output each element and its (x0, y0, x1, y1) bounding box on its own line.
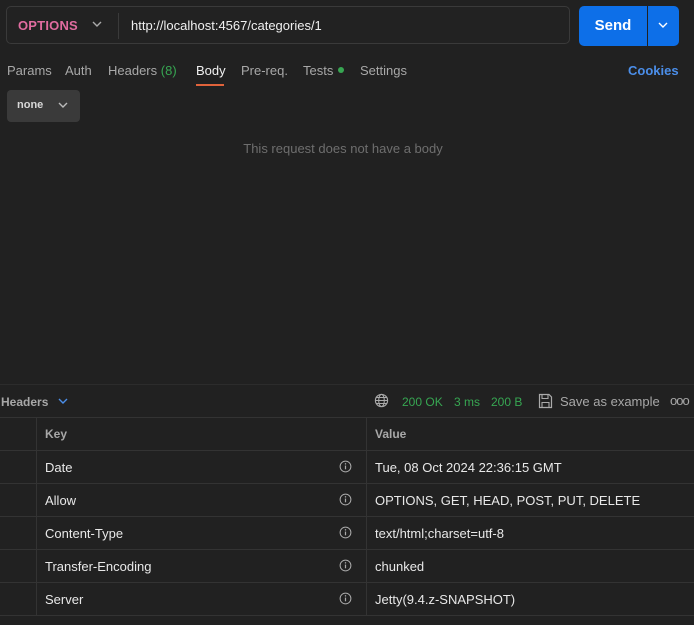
info-icon[interactable] (339, 460, 352, 473)
gutter-cell (0, 582, 37, 616)
header-key-cell: Server (36, 582, 367, 616)
tab-auth[interactable]: Auth (65, 63, 92, 78)
header-key: Transfer-Encoding (45, 558, 152, 574)
chevron-down-icon[interactable] (92, 20, 102, 31)
table-row: Allow OPTIONS, GET, HEAD, POST, PUT, DEL… (0, 483, 694, 517)
tab-pre-request[interactable]: Pre-req. (241, 63, 288, 78)
response-section-select[interactable]: Headers (1, 395, 48, 409)
key-column-header: Key (36, 417, 367, 451)
url-bar: OPTIONS http://localhost:4567/categories… (6, 6, 570, 44)
chevron-down-icon (658, 22, 668, 28)
body-type-select[interactable]: none (7, 90, 80, 122)
active-tab-indicator (196, 84, 224, 86)
save-icon[interactable] (538, 393, 553, 409)
table-header-row: Key Value (0, 417, 694, 451)
cookies-link[interactable]: Cookies (628, 63, 679, 78)
save-as-example-button[interactable]: Save as example (560, 394, 660, 409)
header-key-cell: Date (36, 450, 367, 484)
table-row: Date Tue, 08 Oct 2024 22:36:15 GMT (0, 450, 694, 484)
info-icon[interactable] (339, 559, 352, 572)
header-key-cell: Allow (36, 483, 367, 517)
method-select[interactable]: OPTIONS (18, 18, 78, 33)
table-row: Content-Type text/html;charset=utf-8 (0, 516, 694, 550)
divider (0, 384, 694, 385)
tab-headers-label: Headers (108, 63, 158, 78)
table-row: Server Jetty(9.4.z-SNAPSHOT) (0, 582, 694, 616)
tab-settings[interactable]: Settings (360, 63, 407, 78)
info-icon[interactable] (339, 526, 352, 539)
info-icon[interactable] (339, 592, 352, 605)
headers-count: (8) (160, 63, 177, 78)
value-column-header: Value (366, 417, 694, 451)
send-options-button[interactable] (648, 6, 679, 46)
tab-headers[interactable]: Headers (8) (108, 63, 177, 78)
more-options-icon[interactable]: ooo (670, 393, 690, 408)
gutter-cell (0, 483, 37, 517)
globe-icon[interactable] (374, 393, 389, 408)
empty-body-message: This request does not have a body (243, 141, 443, 156)
table-row: Transfer-Encoding chunked (0, 549, 694, 583)
info-icon[interactable] (339, 493, 352, 506)
chevron-down-icon (58, 102, 68, 108)
gutter-cell (0, 450, 37, 484)
header-key: Server (45, 591, 84, 607)
header-value: chunked (366, 549, 694, 583)
send-button[interactable]: Send (579, 6, 647, 46)
chevron-down-icon[interactable] (58, 398, 68, 405)
tests-status-dot (338, 67, 344, 73)
gutter-cell (0, 549, 37, 583)
header-key-cell: Transfer-Encoding (36, 549, 367, 583)
header-value: OPTIONS, GET, HEAD, POST, PUT, DELETE (366, 483, 694, 517)
gutter-cell (0, 516, 37, 550)
header-key-cell: Content-Type (36, 516, 367, 550)
header-value: text/html;charset=utf-8 (366, 516, 694, 550)
response-size[interactable]: 200 B (491, 395, 522, 409)
header-key: Allow (45, 492, 77, 508)
header-key: Content-Type (45, 525, 124, 541)
response-time[interactable]: 3 ms (454, 395, 480, 409)
header-key: Date (45, 459, 73, 475)
tab-tests[interactable]: Tests (303, 63, 333, 78)
header-value: Tue, 08 Oct 2024 22:36:15 GMT (366, 450, 694, 484)
gutter-cell (0, 417, 37, 451)
url-input[interactable]: http://localhost:4567/categories/1 (131, 18, 322, 33)
tab-params[interactable]: Params (7, 63, 52, 78)
status-code[interactable]: 200 OK (402, 395, 443, 409)
key-column-label: Key (45, 427, 68, 441)
divider (118, 13, 119, 39)
response-headers-table: Key Value Date Tue, 08 Oct 2024 22:36:15… (0, 417, 694, 616)
tab-body[interactable]: Body (196, 63, 226, 78)
body-type-value: none (17, 99, 44, 111)
header-value: Jetty(9.4.z-SNAPSHOT) (366, 582, 694, 616)
